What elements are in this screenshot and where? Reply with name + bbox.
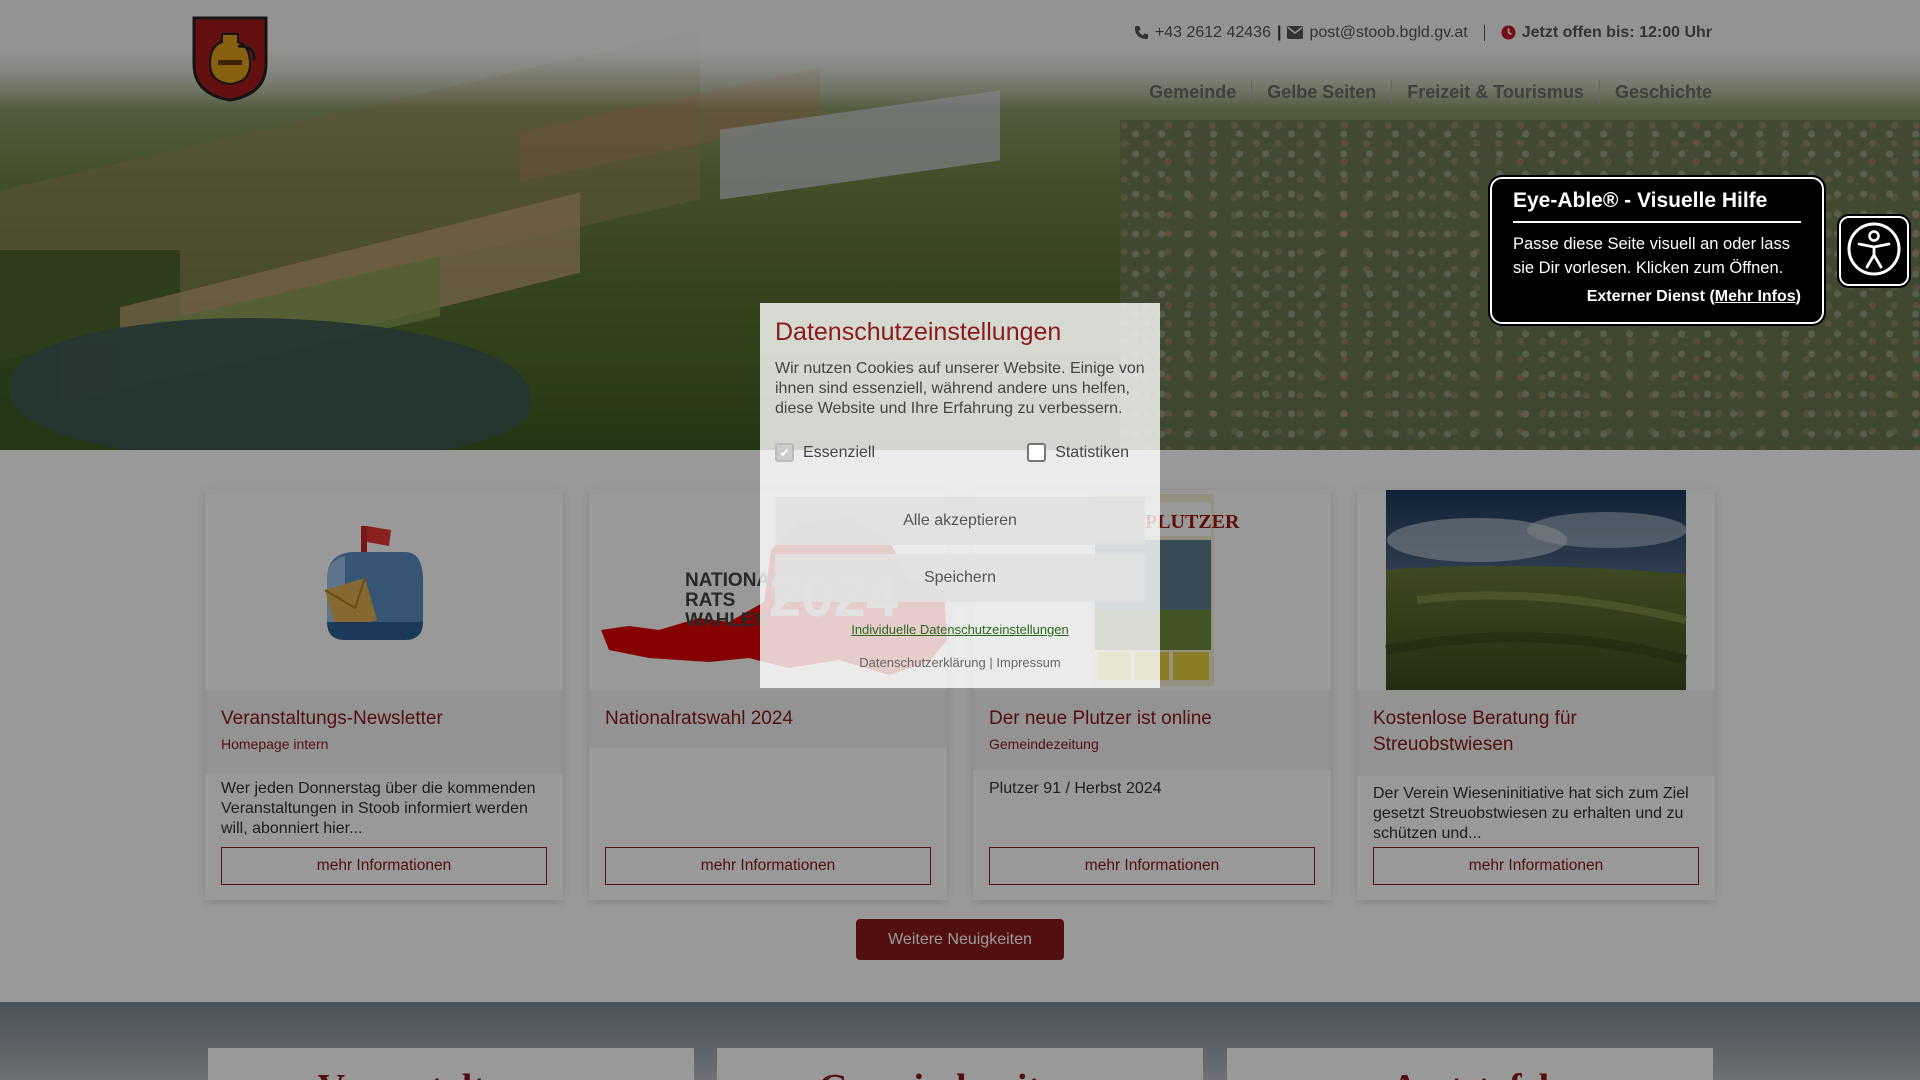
imprint-link[interactable]: Impressum: [996, 655, 1060, 670]
eye-able-external-note: Externer Dienst (Mehr Infos): [1586, 288, 1801, 305]
cookie-dialog-text: Wir nutzen Cookies auf unserer Website. …: [775, 360, 1145, 417]
eye-able-tooltip[interactable]: Eye-Able® - Visuelle Hilfe Passe diese S…: [1488, 175, 1826, 326]
essential-label: Essenziell: [803, 443, 876, 461]
accept-all-button[interactable]: Alle akzeptieren: [775, 497, 1145, 545]
privacy-policy-link[interactable]: Datenschutzerklärung: [859, 655, 985, 670]
statistics-label: Statistiken: [1055, 443, 1129, 461]
eye-able-more-info-link[interactable]: Mehr Infos: [1715, 288, 1796, 305]
footer-separator: |: [989, 655, 993, 670]
statistics-checkbox[interactable]: Statistiken: [1027, 443, 1129, 462]
eye-able-text: Passe diese Seite visuell an oder lass s…: [1513, 235, 1790, 277]
individual-settings-link[interactable]: Individuelle Datenschutzeinstellungen: [775, 622, 1145, 637]
cookie-dialog-title: Datenschutzeinstellungen: [775, 318, 1062, 346]
accessibility-person-icon: [1847, 222, 1901, 281]
eye-able-title: Eye-Able® - Visuelle Hilfe: [1513, 189, 1801, 223]
save-button[interactable]: Speichern: [775, 554, 1145, 602]
check-icon: ✔: [775, 443, 794, 462]
checkbox-box: [1027, 443, 1047, 462]
eye-able-accessibility-button[interactable]: [1837, 214, 1911, 288]
essential-checkbox[interactable]: ✔ Essenziell: [775, 443, 875, 462]
cookie-consent-dialog: Datenschutzeinstellungen Wir nutzen Cook…: [760, 303, 1160, 688]
cookie-footer-links: Datenschutzerklärung | Impressum: [775, 655, 1145, 670]
